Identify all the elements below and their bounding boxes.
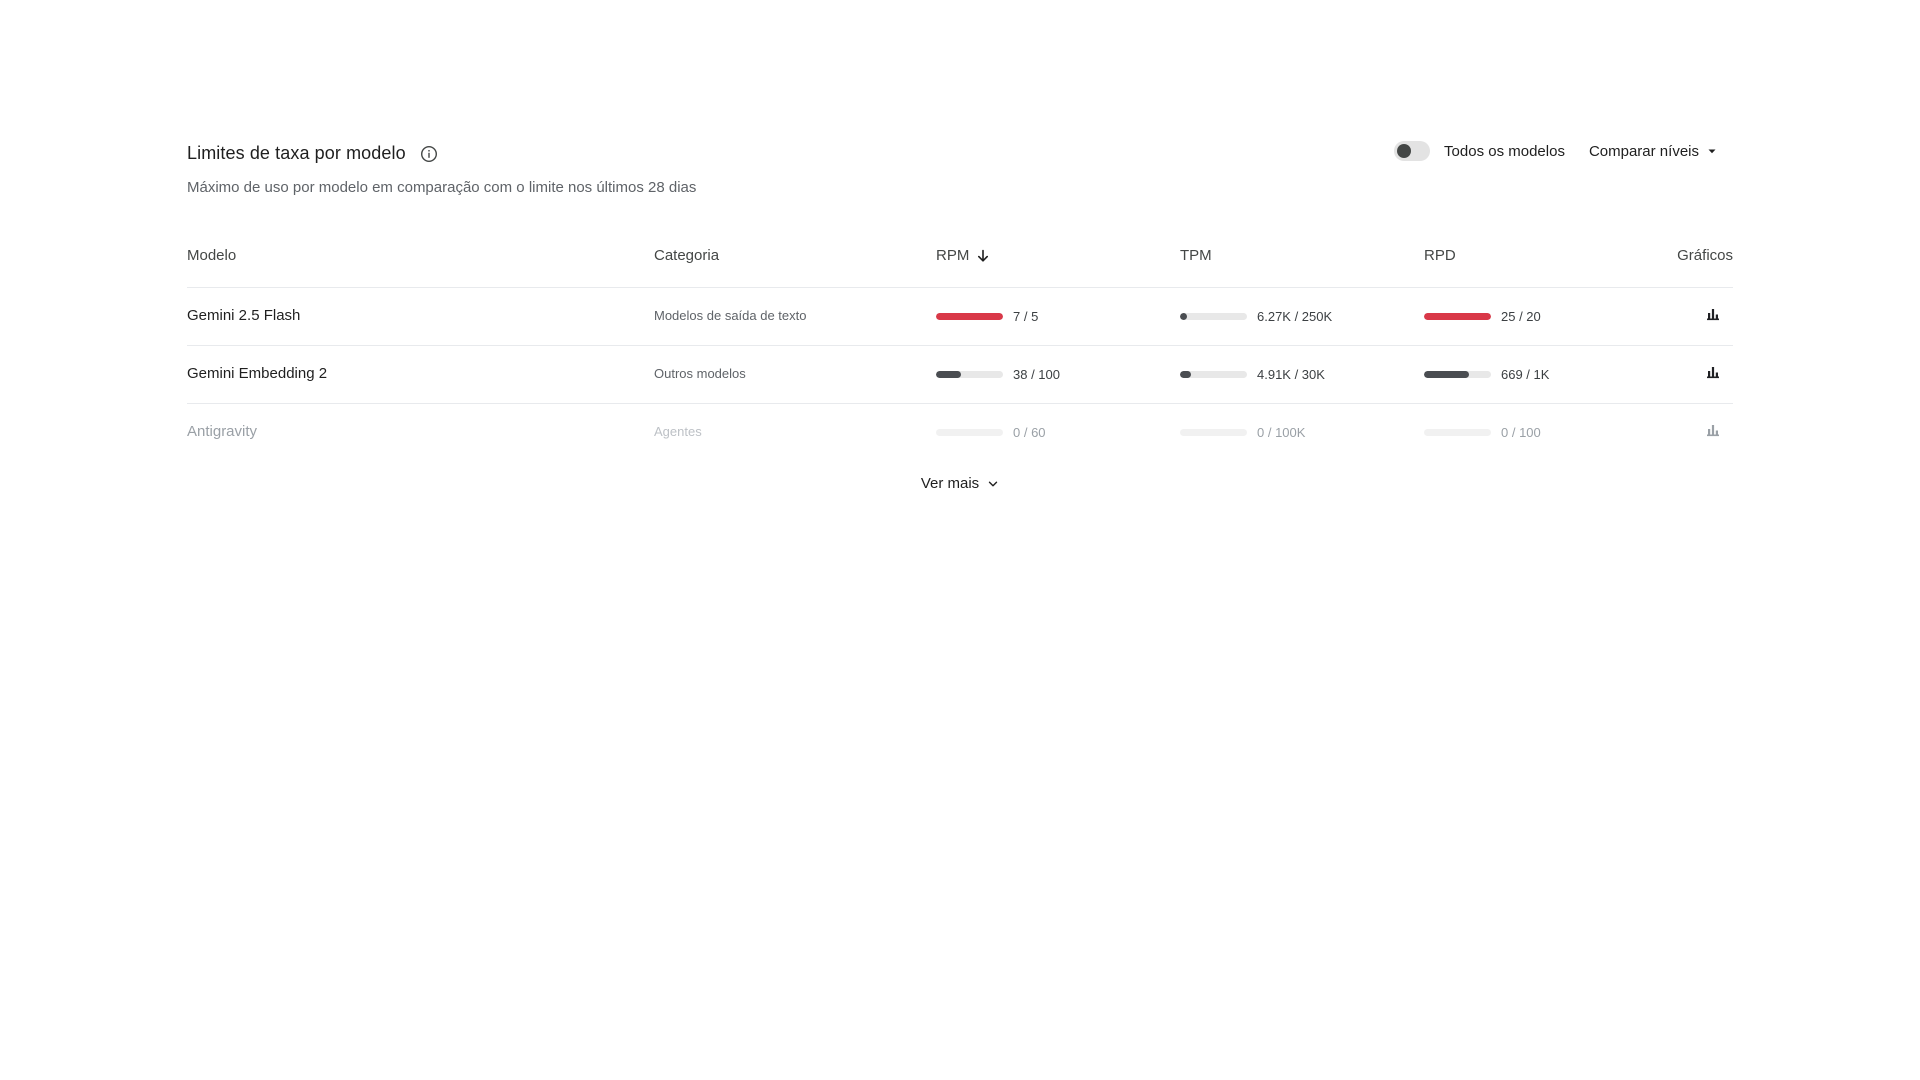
info-icon[interactable] [420,145,438,163]
tpm-usage-bar [1180,370,1247,378]
table-row[interactable]: Antigravity Agentes 0 / 60 0 / 100K 0 / 100 [187,403,1733,461]
column-header-rpd[interactable]: RPD [1424,225,1624,288]
tpm-usage-bar [1180,428,1247,436]
rate-limits-table: Modelo Categoria RPM TPM RPD Gráficos Ge… [187,225,1733,461]
rpd-usage: 25 / 20 [1424,309,1624,324]
title-row: Limites de taxa por modelo [187,143,438,164]
cell-rpm: 7 / 5 [936,287,1180,346]
see-more-label: Ver mais [920,475,980,492]
tpm-usage-bar [1180,312,1247,320]
cell-rpm: 0 / 60 [936,403,1180,461]
tpm-usage: 4.91K / 30K [1180,367,1424,382]
cell-rpd: 669 / 1K [1424,345,1624,404]
model-category: Modelos de saída de texto [654,308,807,323]
rpm-usage-bar [936,428,1003,436]
cell-model: Antigravity [187,403,654,461]
compare-tiers-label: Comparar níveis [1588,142,1699,160]
rpm-usage: 38 / 100 [936,367,1180,382]
column-header-rpm[interactable]: RPM [936,225,1180,288]
all-models-toggle-label: Todos os modelos [1444,142,1565,160]
rpd-usage-bar-fill [1424,370,1469,378]
cell-model: Gemini 2.5 Flash [187,287,654,346]
cell-category: Outros modelos [654,345,936,404]
cell-charts [1624,345,1733,404]
rpm-usage-value: 7 / 5 [1013,308,1039,324]
rpm-usage-value: 0 / 60 [1013,424,1046,440]
tpm-usage-bar-fill [1180,370,1191,378]
table-row[interactable]: Gemini Embedding 2 Outros modelos 38 / 100… [187,345,1733,404]
cell-tpm: 4.91K / 30K [1180,345,1424,404]
rpd-usage: 0 / 100 [1424,425,1624,440]
rpd-usage-value: 0 / 100 [1501,424,1541,440]
cell-rpm: 38 / 100 [936,345,1180,404]
bar-chart-icon[interactable] [1705,306,1721,322]
model-name: Antigravity [187,423,258,441]
rpm-usage-bar [936,312,1003,320]
table-row[interactable]: Gemini 2.5 Flash Modelos de saída de text… [187,287,1733,346]
rpm-usage-bar-fill [936,312,1003,320]
rpm-usage: 7 / 5 [936,309,1180,324]
arrow-down-icon [975,248,991,264]
cell-charts [1624,287,1733,346]
column-header-tpm[interactable]: TPM [1180,225,1424,288]
model-name: Gemini 2.5 Flash [187,307,301,324]
column-header-category[interactable]: Categoria [654,225,936,288]
cell-category: Modelos de saída de texto [654,287,936,346]
tpm-usage: 0 / 100K [1180,425,1424,440]
all-models-toggle[interactable] [1394,141,1431,161]
rpd-usage-bar [1424,312,1491,320]
compare-tiers-dropdown[interactable]: Comparar níveis [1589,143,1717,160]
rpd-usage-bar [1424,370,1491,378]
cell-tpm: 6.27K / 250K [1180,287,1424,346]
cell-rpd: 25 / 20 [1424,287,1624,346]
rpd-usage-bar-fill [1424,312,1491,320]
cell-tpm: 0 / 100K [1180,403,1424,461]
tpm-usage-value: 6.27K / 250K [1257,308,1333,324]
cell-rpd: 0 / 100 [1424,403,1624,461]
column-header-rpm-label: RPM [936,247,970,265]
rpd-usage-bar [1424,428,1491,436]
rpm-usage-bar [936,370,1003,378]
panel-header: Limites de taxa por modelo Máximo de uso… [187,133,1733,225]
cell-model: Gemini Embedding 2 [187,345,654,404]
table-footer: Ver mais [187,475,1733,492]
column-header-charts: Gráficos [1624,225,1733,288]
tpm-usage-value: 4.91K / 30K [1257,366,1325,382]
panel-subtitle: Máximo de uso por modelo em comparação c… [187,179,697,196]
rpd-usage-value: 669 / 1K [1501,366,1550,382]
rpd-usage: 669 / 1K [1424,367,1624,382]
rpm-usage-value: 38 / 100 [1013,366,1060,382]
panel-title: Limites de taxa por modelo [187,143,406,163]
model-category: Agentes [654,424,702,440]
bar-chart-icon[interactable] [1705,364,1721,380]
table-body: Gemini 2.5 Flash Modelos de saída de text… [187,287,1733,461]
chevron-down-icon [987,478,999,490]
cell-charts [1624,403,1733,461]
tpm-usage: 6.27K / 250K [1180,309,1424,324]
cell-category: Agentes [654,403,936,461]
column-header-model[interactable]: Modelo [187,225,654,288]
toggle-knob [1397,144,1412,158]
see-more-button[interactable]: Ver mais [921,475,999,492]
rpm-usage: 0 / 60 [936,425,1180,440]
tpm-usage-value: 0 / 100K [1257,424,1306,440]
caret-down-icon [1707,146,1717,156]
header-controls: Todos os modelos Comparar níveis [1394,141,1717,161]
table-header-row: Modelo Categoria RPM TPM RPD Gráficos [187,225,1733,288]
rate-limits-panel: Limites de taxa por modelo Máximo de uso… [187,133,1733,492]
rpm-usage-bar-fill [936,370,961,378]
model-category: Outros modelos [654,366,746,381]
bar-chart-icon[interactable] [1705,422,1721,438]
model-name: Gemini Embedding 2 [187,365,328,382]
rpd-usage-value: 25 / 20 [1501,308,1541,324]
tpm-usage-bar-fill [1180,312,1187,320]
